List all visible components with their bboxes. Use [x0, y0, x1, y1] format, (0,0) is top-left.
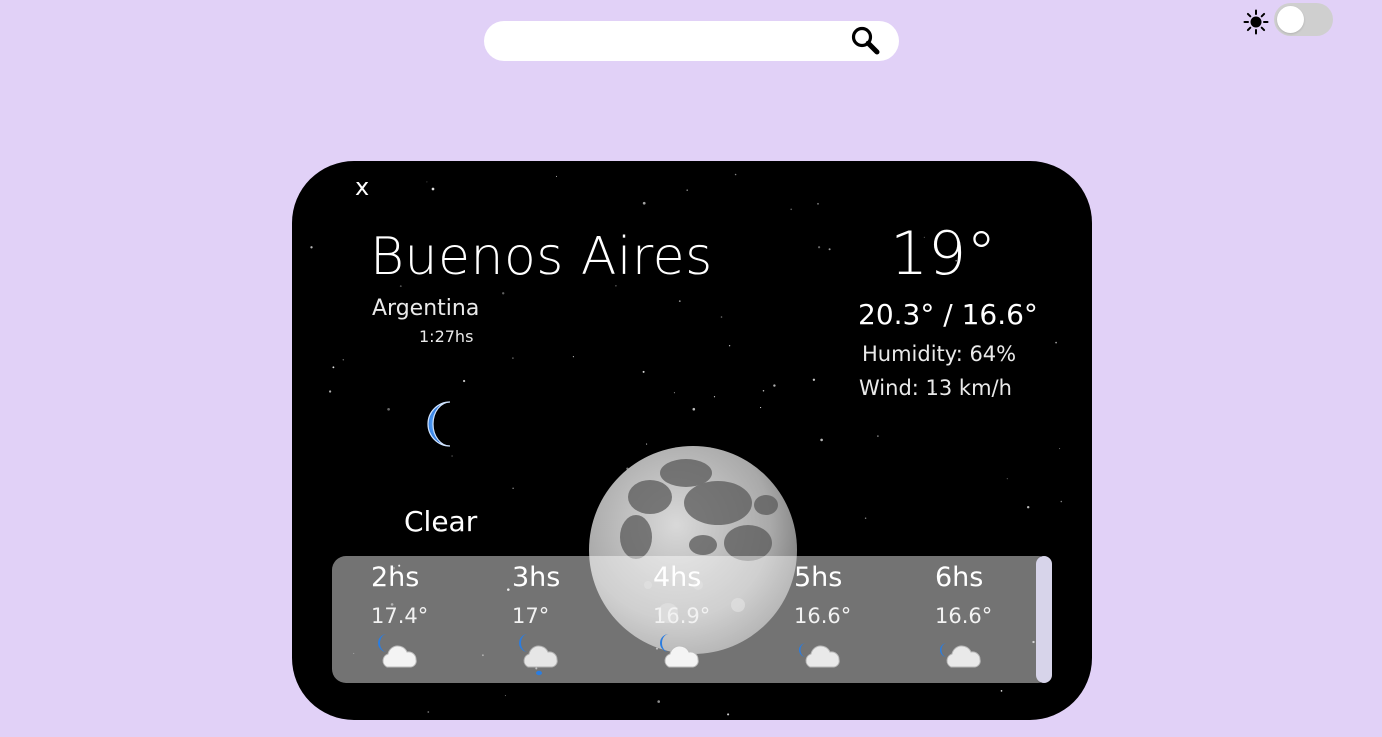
- dark-mode-switch[interactable]: [1274, 3, 1333, 36]
- star: [673, 392, 675, 394]
- forecast-hour: 5hs: [794, 562, 843, 593]
- forecast-hour: 4hs: [653, 562, 702, 593]
- star: [512, 487, 514, 489]
- star: [1060, 500, 1063, 503]
- search-bar: [484, 21, 899, 61]
- star: [342, 359, 345, 361]
- star: [864, 517, 867, 520]
- forecast-hour: 6hs: [935, 562, 984, 593]
- star: [451, 455, 453, 457]
- star: [427, 711, 430, 713]
- forecast-item: 4hs 16.9°: [653, 556, 753, 683]
- star: [1000, 690, 1003, 692]
- forecast-item: 2hs 17.4°: [371, 556, 471, 683]
- scrollbar-thumb[interactable]: [1036, 556, 1052, 683]
- star: [512, 357, 514, 359]
- forecast-temp: 16.9°: [653, 604, 711, 628]
- star: [790, 208, 793, 211]
- cloudy-night-drizzle-icon: [519, 634, 558, 676]
- star: [328, 390, 332, 393]
- forecast-item: 3hs 17°: [512, 556, 612, 683]
- star: [426, 181, 428, 183]
- close-button[interactable]: x: [355, 173, 369, 201]
- forecast-item: 6hs 16.6°: [935, 556, 1035, 683]
- forecast-temp: 16.6°: [935, 604, 993, 628]
- star: [504, 695, 506, 697]
- sun-icon: [1243, 9, 1269, 35]
- partly-cloudy-night-icon: [378, 634, 417, 668]
- star: [812, 378, 816, 381]
- star: [773, 384, 776, 387]
- forecast-temp: 16.6°: [794, 604, 852, 628]
- star: [310, 246, 313, 249]
- star: [502, 292, 505, 295]
- star: [572, 356, 574, 358]
- local-time: 1:27hs: [419, 327, 474, 346]
- star: [657, 700, 660, 703]
- star: [877, 435, 879, 437]
- search-button[interactable]: [848, 23, 884, 59]
- star: [817, 246, 821, 249]
- star: [728, 345, 731, 347]
- star: [686, 189, 688, 191]
- partly-cloudy-night-icon: [660, 634, 699, 668]
- forecast-temp: 17°: [512, 604, 550, 628]
- current-temperature: 19°: [890, 219, 997, 289]
- star: [713, 396, 716, 398]
- star: [727, 713, 730, 716]
- star: [720, 316, 723, 318]
- search-input[interactable]: [500, 27, 844, 57]
- star: [1006, 478, 1008, 480]
- wind-speed: Wind: 13 km/h: [859, 376, 1012, 400]
- partly-cloudy-night-icon: [940, 643, 981, 668]
- star: [555, 175, 558, 177]
- forecast-hour: 2hs: [371, 562, 420, 593]
- weather-card: x Buenos Aires Argentina 1:27hs Clear 19…: [292, 161, 1092, 720]
- switch-knob: [1277, 6, 1304, 33]
- country-name: Argentina: [372, 296, 480, 321]
- star: [762, 389, 765, 392]
- max-min-temperature: 20.3° / 16.6°: [858, 298, 1038, 331]
- star: [1055, 341, 1057, 344]
- star: [678, 300, 681, 302]
- star: [332, 366, 335, 369]
- star: [462, 379, 466, 383]
- star: [760, 407, 762, 409]
- theme-toggle: [1240, 2, 1336, 38]
- star: [1026, 505, 1030, 509]
- star: [1059, 448, 1061, 450]
- search-icon: [851, 26, 880, 55]
- star: [820, 438, 823, 442]
- star: [387, 407, 390, 411]
- star: [431, 187, 435, 191]
- condition-text: Clear: [404, 505, 478, 538]
- city-name: Buenos Aires: [370, 227, 713, 287]
- hourly-forecast[interactable]: 2hs 17.4° 3hs 17° 4hs 16.9° 5hs 16.6° 6h…: [332, 556, 1052, 683]
- star: [828, 248, 831, 251]
- star: [692, 407, 696, 411]
- forecast-scrollbar[interactable]: [1036, 556, 1052, 683]
- forecast-hour: 3hs: [512, 562, 561, 593]
- star: [734, 173, 737, 176]
- forecast-temp: 17.4°: [371, 604, 429, 628]
- star: [642, 370, 645, 373]
- partly-cloudy-night-icon: [799, 643, 840, 668]
- forecast-item: 5hs 16.6°: [794, 556, 894, 683]
- star: [817, 202, 819, 205]
- humidity: Humidity: 64%: [862, 342, 1017, 366]
- crescent-moon-icon: [427, 401, 451, 447]
- star: [642, 201, 646, 205]
